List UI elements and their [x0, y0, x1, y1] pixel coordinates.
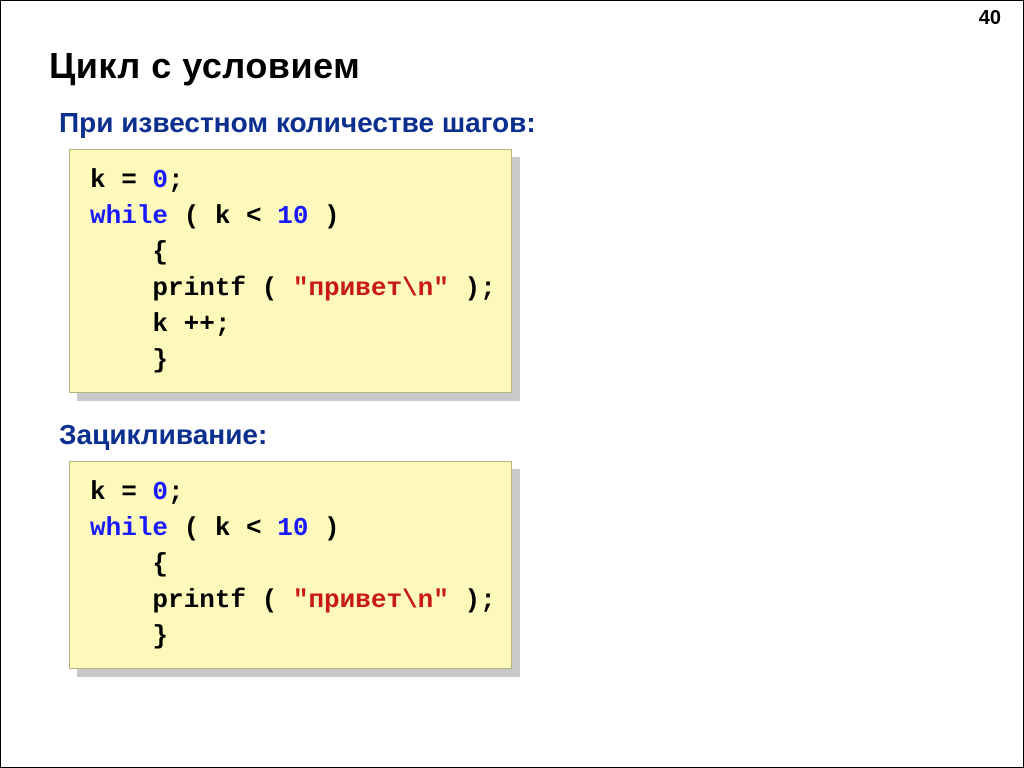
code-content: k = 0; while ( k < 10 ) { printf ( "прив… — [69, 149, 512, 393]
code-token: { — [90, 237, 168, 267]
slide-title: Цикл с условием — [49, 45, 360, 87]
code-token: } — [90, 345, 168, 375]
code-number: 0 — [152, 165, 168, 195]
code-token: printf ( — [90, 585, 293, 615]
slide: 40 Цикл с условием При известном количес… — [0, 0, 1024, 768]
page-number: 40 — [979, 7, 1001, 30]
code-number: 0 — [152, 477, 168, 507]
code-token: ) — [308, 513, 339, 543]
code-token: printf ( — [90, 273, 293, 303]
code-token: ); — [449, 273, 496, 303]
code-content: k = 0; while ( k < 10 ) { printf ( "прив… — [69, 461, 512, 669]
code-token: ( k < — [168, 513, 277, 543]
code-token: { — [90, 549, 168, 579]
subtitle-infinite-loop: Зацикливание: — [59, 419, 267, 451]
code-token: ; — [168, 165, 184, 195]
code-number: 10 — [277, 513, 308, 543]
code-token: ; — [168, 477, 184, 507]
code-keyword: while — [90, 201, 168, 231]
subtitle-known-steps: При известном количестве шагов: — [59, 107, 536, 139]
code-string: "привет\n" — [293, 585, 449, 615]
code-token: k = — [90, 165, 152, 195]
code-block-infinite-loop: k = 0; while ( k < 10 ) { printf ( "прив… — [69, 461, 512, 669]
code-token: ); — [449, 585, 496, 615]
code-token: ( k < — [168, 201, 277, 231]
code-token: k ++; — [90, 309, 230, 339]
code-string: "привет\n" — [293, 273, 449, 303]
code-token: } — [90, 621, 168, 651]
code-number: 10 — [277, 201, 308, 231]
code-block-known-steps: k = 0; while ( k < 10 ) { printf ( "прив… — [69, 149, 512, 393]
code-keyword: while — [90, 513, 168, 543]
code-token: ) — [308, 201, 339, 231]
code-token: k = — [90, 477, 152, 507]
